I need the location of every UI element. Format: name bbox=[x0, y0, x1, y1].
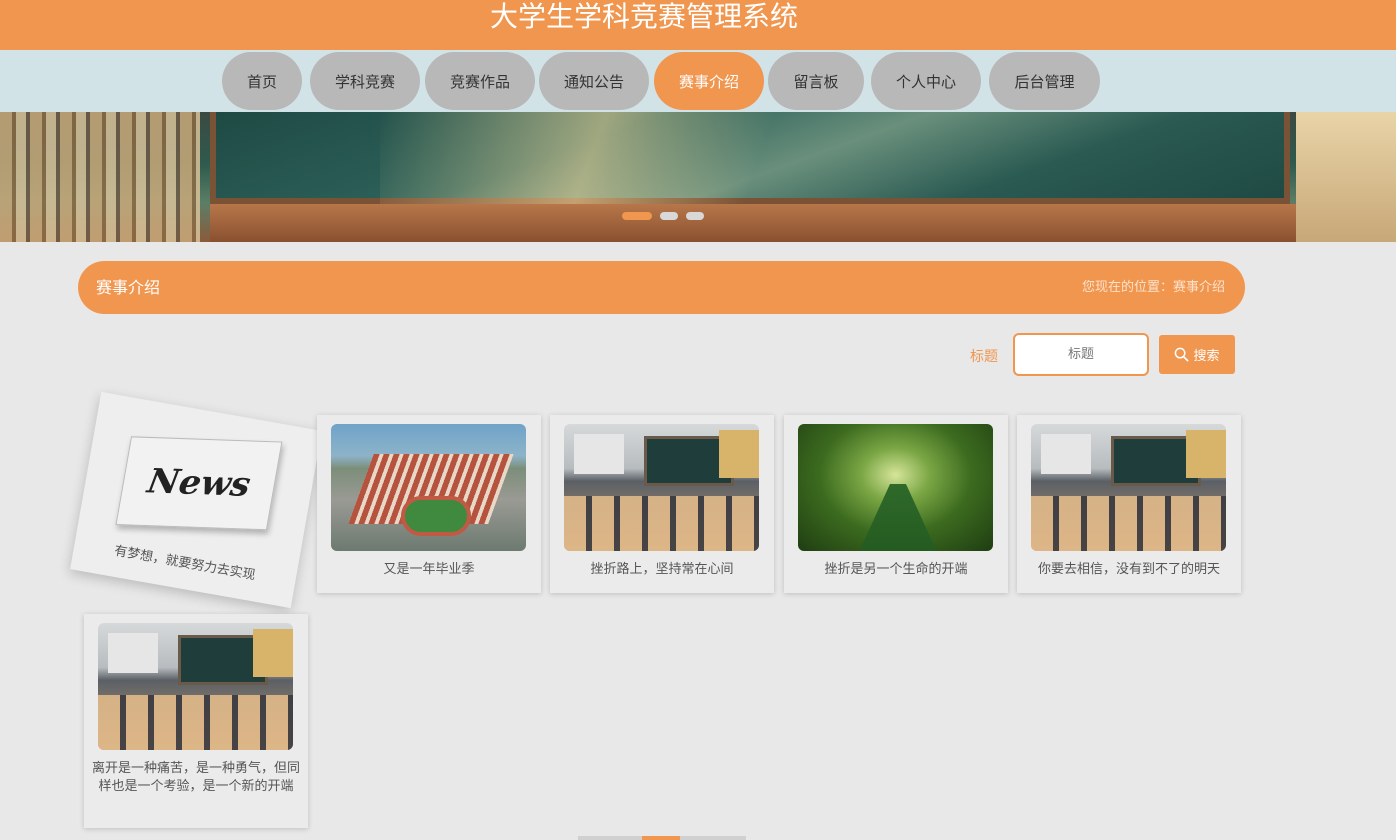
header: 大学生学科竞赛管理系统 bbox=[0, 0, 1396, 50]
classroom-screen bbox=[108, 633, 158, 673]
card-thumbnail bbox=[798, 424, 993, 551]
classroom-screen bbox=[574, 434, 624, 474]
card-caption: 挫折路上，坚持常在心间 bbox=[590, 562, 734, 577]
section-header: 赛事介绍 您现在的位置：赛事介绍 bbox=[78, 261, 1245, 314]
park-path bbox=[858, 484, 938, 551]
banner-bookshelf bbox=[0, 112, 200, 242]
card-thumbnail bbox=[1031, 424, 1226, 551]
card-thumbnail bbox=[98, 623, 293, 750]
nav-item-message-board[interactable]: 留言板 bbox=[768, 52, 864, 110]
pagination-current[interactable] bbox=[642, 836, 680, 840]
card-caption: 挫折是另一个生命的开端 bbox=[824, 562, 968, 577]
news-card-5[interactable]: 你要去相信，没有到不了的明天 bbox=[1017, 415, 1241, 593]
news-card-4[interactable]: 挫折是另一个生命的开端 bbox=[784, 415, 1008, 593]
classroom-map bbox=[253, 629, 293, 677]
classroom-screen bbox=[1041, 434, 1091, 474]
nav-item-competitions[interactable]: 学科竞赛 bbox=[310, 52, 420, 110]
nav-item-works[interactable]: 竞赛作品 bbox=[425, 52, 535, 110]
card-caption: 离开是一种痛苦，是一种勇气，但同样也是一个考验，是一个新的开端 bbox=[92, 761, 301, 794]
nav-item-notices[interactable]: 通知公告 bbox=[539, 52, 649, 110]
card-thumbnail bbox=[331, 424, 526, 551]
card-thumbnail: News bbox=[92, 403, 306, 562]
search-button[interactable]: 搜索 bbox=[1159, 335, 1235, 374]
nav-item-home[interactable]: 首页 bbox=[222, 52, 302, 110]
sports-field bbox=[401, 496, 471, 536]
search-label: 标题 bbox=[970, 349, 998, 365]
nav-item-profile[interactable]: 个人中心 bbox=[871, 52, 981, 110]
carousel-dots bbox=[622, 212, 704, 220]
banner-carousel bbox=[0, 112, 1396, 242]
banner-cabinet bbox=[210, 204, 1300, 242]
nav-item-admin[interactable]: 后台管理 bbox=[989, 52, 1100, 110]
section-title: 赛事介绍 bbox=[96, 278, 161, 297]
card-caption: 你要去相信，没有到不了的明天 bbox=[1037, 562, 1220, 577]
site-title: 大学生学科竞赛管理系统 bbox=[490, 0, 799, 33]
news-card-6[interactable]: 离开是一种痛苦，是一种勇气，但同样也是一个考验，是一个新的开端 bbox=[84, 614, 308, 828]
carousel-dot-1[interactable] bbox=[622, 212, 652, 220]
news-image: News bbox=[115, 435, 283, 530]
classroom-desks bbox=[98, 695, 293, 750]
banner-wall bbox=[1296, 112, 1396, 242]
classroom-map bbox=[1186, 430, 1226, 478]
card-caption: 又是一年毕业季 bbox=[383, 562, 475, 577]
search-button-label: 搜索 bbox=[1193, 349, 1220, 364]
classroom-desks bbox=[1031, 496, 1226, 551]
pagination bbox=[578, 836, 746, 840]
search-icon bbox=[1175, 347, 1189, 362]
news-card-1[interactable]: News 有梦想，就要努力去实现 bbox=[70, 391, 322, 609]
card-thumbnail bbox=[564, 424, 759, 551]
main-nav: 首页 学科竞赛 竞赛作品 通知公告 赛事介绍 留言板 个人中心 后台管理 bbox=[0, 50, 1396, 112]
news-card-3[interactable]: 挫折路上，坚持常在心间 bbox=[550, 415, 774, 593]
classroom-desks bbox=[564, 496, 759, 551]
breadcrumb: 您现在的位置：赛事介绍 bbox=[1081, 280, 1225, 295]
classroom-map bbox=[719, 430, 759, 478]
carousel-dot-3[interactable] bbox=[686, 212, 704, 220]
search-input[interactable] bbox=[1013, 333, 1149, 376]
nav-item-event-intro[interactable]: 赛事介绍 bbox=[654, 52, 764, 110]
carousel-dot-2[interactable] bbox=[660, 212, 678, 220]
news-card-2[interactable]: 又是一年毕业季 bbox=[317, 415, 541, 593]
